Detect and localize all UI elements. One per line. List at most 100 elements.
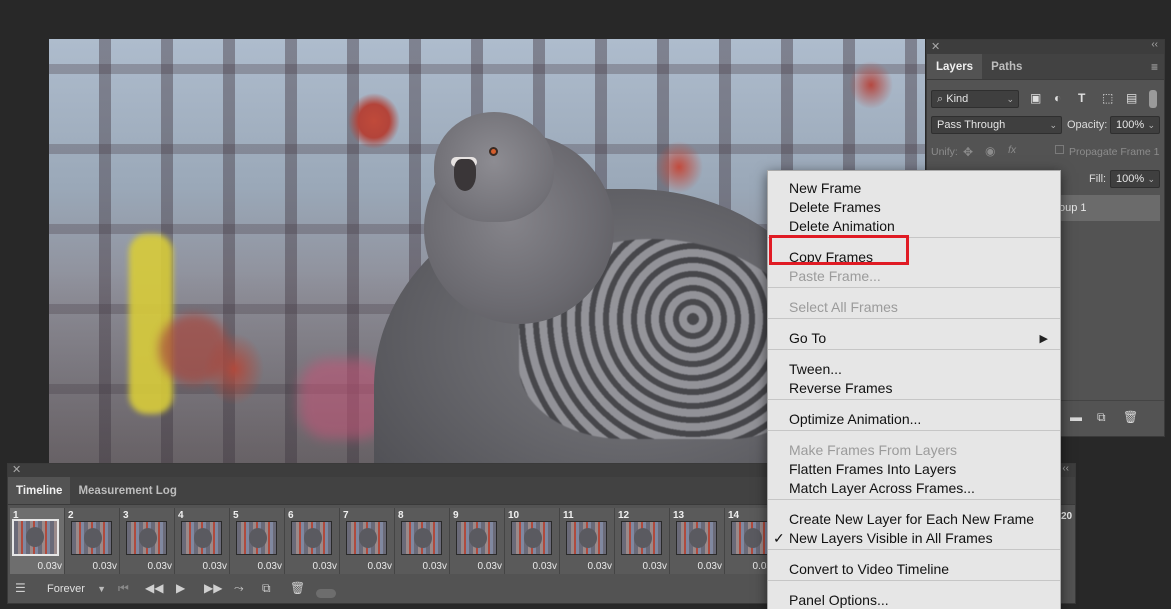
new-group-icon[interactable]: ▬ [1070, 410, 1082, 424]
fill-field[interactable]: 100% ⌄ [1110, 170, 1160, 188]
filter-kind-dropdown[interactable]: ⌕ Kind ⌄ [931, 90, 1019, 108]
menu-item-optimize-animation[interactable]: Optimize Animation... [789, 411, 921, 427]
frame-duration-value: 0.03 [37, 561, 57, 572]
menu-item-reverse-frames[interactable]: Reverse Frames [789, 380, 892, 396]
frame-duration[interactable]: 0.03v [313, 561, 337, 572]
frame-duration-value: 0.03 [92, 561, 112, 572]
layer-row-group[interactable]: oup 1 [1057, 195, 1160, 221]
frame-thumbnail [566, 521, 607, 555]
loop-options-dropdown[interactable]: Forever ▼ [42, 580, 108, 598]
menu-item-delete-frames[interactable]: Delete Frames [789, 199, 881, 215]
frame-7[interactable]: 7 0.03v [340, 508, 395, 574]
frame-duration[interactable]: 0.03v [203, 561, 227, 572]
blend-mode-dropdown[interactable]: Pass Through ⌄ [931, 116, 1062, 134]
collapse-icon[interactable]: ‹‹ [1062, 463, 1069, 474]
frame-3[interactable]: 3 0.03v [120, 508, 175, 574]
panel-menu-icon[interactable]: ≡ [1151, 60, 1158, 74]
frame-duration-dropdown: v [442, 561, 447, 572]
duplicate-frame-icon[interactable]: ⧉ [262, 581, 271, 596]
shape-filter-icon[interactable]: ⬚ [1102, 91, 1113, 105]
frame-12[interactable]: 12 0.03v [615, 508, 670, 574]
previous-frame-icon[interactable]: ◀◀ [145, 581, 163, 595]
pixel-filter-icon[interactable]: ▣ [1030, 91, 1041, 105]
frame-1[interactable]: 1 0.03v [10, 508, 65, 574]
propagate-checkbox[interactable] [1055, 145, 1064, 154]
frame-5[interactable]: 5 0.03v [230, 508, 285, 574]
frame-duration-value: 0.03 [642, 561, 662, 572]
horizontal-scrollbar[interactable] [316, 589, 336, 598]
first-frame-icon[interactable]: ⏮ [118, 581, 129, 596]
frame-duration[interactable]: 0.03v [368, 561, 392, 572]
tab-measurement-log[interactable]: Measurement Log [70, 477, 184, 504]
submenu-arrow-icon: ▶ [1039, 333, 1048, 345]
menu-item-convert-to-video-timeline[interactable]: Convert to Video Timeline [789, 561, 949, 577]
frame-thumbnail [511, 521, 552, 555]
menu-item-make-frames-from-layers: Make Frames From Layers [789, 442, 958, 458]
frame-duration[interactable]: 0.03v [148, 561, 172, 572]
frame-duration[interactable]: 0.03v [93, 561, 117, 572]
frame-number: 12 [618, 510, 630, 521]
convert-to-video-timeline-icon[interactable]: ☰ [15, 581, 26, 595]
frame-number: 8 [398, 510, 404, 521]
menu-item-go-to[interactable]: Go To [789, 330, 826, 346]
menu-separator [768, 399, 1060, 400]
frame-duration[interactable]: 0.03v [478, 561, 502, 572]
frame-13[interactable]: 13 0.03v [670, 508, 725, 574]
filter-toggle-icon[interactable] [1149, 90, 1157, 108]
frame-duration-dropdown: v [717, 561, 722, 572]
frame-8[interactable]: 8 0.03v [395, 508, 450, 574]
menu-item-new-frame[interactable]: New Frame [789, 180, 861, 196]
trash-icon[interactable]: 🗑 [1123, 410, 1138, 424]
frame-4[interactable]: 4 0.03v [175, 508, 230, 574]
unify-position-icon[interactable]: ✥ [963, 145, 973, 159]
filter-kind-value: Kind [946, 93, 969, 105]
unify-label: Unify: [931, 146, 958, 158]
frame-duration-value: 0.03 [367, 561, 387, 572]
frame-duration[interactable]: 0.03v [643, 561, 667, 572]
frame-duration-dropdown: v [57, 561, 62, 572]
frame-2[interactable]: 2 0.03v [65, 508, 120, 574]
fill-value: 100% [1116, 173, 1145, 185]
tween-icon[interactable]: ⤳ [234, 581, 244, 596]
menu-item-create-new-layer-for-each-new-frame[interactable]: Create New Layer for Each New Frame [789, 511, 1034, 527]
menu-item-select-all-frames: Select All Frames [789, 299, 898, 315]
close-icon[interactable]: ✕ [12, 463, 21, 476]
menu-item-panel-options[interactable]: Panel Options... [789, 592, 889, 608]
type-filter-icon[interactable]: T [1078, 91, 1085, 105]
frame-6[interactable]: 6 0.03v [285, 508, 340, 574]
menu-item-delete-animation[interactable]: Delete Animation [789, 218, 895, 234]
layer-name: oup 1 [1059, 202, 1087, 214]
frame-duration[interactable]: 0.03v [423, 561, 447, 572]
adjustment-filter-icon[interactable]: ◐ [1054, 91, 1061, 105]
opacity-field[interactable]: 100% ⌄ [1110, 116, 1160, 134]
menu-separator [768, 549, 1060, 550]
loop-option-value: Forever [47, 583, 85, 595]
frame-duration[interactable]: 0.03v [698, 561, 722, 572]
frame-number: 7 [343, 510, 349, 521]
frame-duration[interactable]: 0.03v [258, 561, 282, 572]
menu-item-tween[interactable]: Tween... [789, 361, 842, 377]
tab-timeline[interactable]: Timeline [8, 477, 71, 504]
frame-duration-dropdown: v [167, 561, 172, 572]
play-icon[interactable]: ▶ [176, 581, 185, 595]
smart-object-filter-icon[interactable]: ▤ [1126, 91, 1137, 105]
frame-11[interactable]: 11 0.03v [560, 508, 615, 574]
frame-9[interactable]: 9 0.03v [450, 508, 505, 574]
close-icon[interactable]: ✕ [931, 40, 940, 53]
tab-layers[interactable]: Layers [927, 54, 983, 79]
frame-duration[interactable]: 0.03v [588, 561, 612, 572]
frame-duration[interactable]: 0.03v [533, 561, 557, 572]
menu-item-match-layer-across-frames[interactable]: Match Layer Across Frames... [789, 480, 975, 496]
frame-number: 10 [508, 510, 520, 521]
unify-style-icon[interactable]: fx [1008, 144, 1016, 156]
trash-icon[interactable]: 🗑 [290, 581, 305, 595]
frame-10[interactable]: 10 0.03v [505, 508, 560, 574]
new-layer-icon[interactable]: ⧉ [1097, 410, 1106, 425]
unify-visibility-icon[interactable]: ◉ [985, 144, 995, 158]
next-frame-icon[interactable]: ▶▶ [204, 581, 222, 595]
collapse-icon[interactable]: ‹‹ [1151, 39, 1158, 50]
tab-paths[interactable]: Paths [982, 54, 1031, 79]
frame-duration[interactable]: 0.03v [38, 561, 62, 572]
menu-item-flatten-frames-into-layers[interactable]: Flatten Frames Into Layers [789, 461, 956, 477]
menu-item-new-layers-visible-in-all-frames[interactable]: New Layers Visible in All Frames [789, 530, 993, 546]
